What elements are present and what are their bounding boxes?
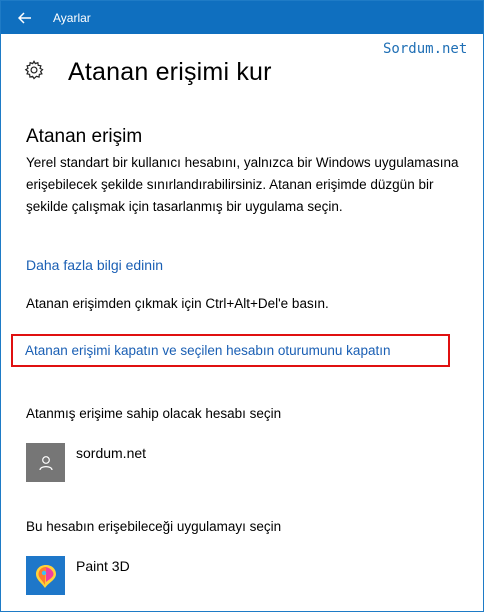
window-title: Ayarlar	[53, 10, 91, 25]
app-select-label: Bu hesabın erişebileceği uygulamayı seçi…	[26, 519, 282, 534]
app-tile	[26, 556, 65, 595]
gear-icon	[24, 60, 44, 80]
back-button[interactable]	[1, 1, 49, 34]
close-assigned-access-link[interactable]: Atanan erişimi kapatın ve seçilen hesabı…	[25, 343, 390, 358]
back-arrow-icon	[18, 11, 31, 24]
account-name: sordum.net	[76, 445, 147, 461]
account-select-button[interactable]: sordum.net	[26, 443, 146, 482]
exit-hint-text: Atanan erişimden çıkmak için Ctrl+Alt+De…	[26, 296, 329, 311]
settings-window: Ayarlar Sordum.net Atanan erişimi kur At…	[0, 0, 484, 612]
user-icon	[38, 455, 53, 470]
app-name: Paint 3D	[76, 558, 130, 574]
section-title: Atanan erişim	[26, 126, 143, 147]
page-header	[23, 59, 45, 81]
account-select-label: Atanmış erişime sahip olacak hesabı seçi…	[26, 406, 282, 421]
page-title: Atanan erişimi kur	[68, 58, 272, 86]
app-select-button[interactable]: Paint 3D	[26, 556, 130, 595]
watermark: Sordum.net	[383, 41, 468, 57]
avatar	[26, 443, 65, 482]
more-info-link[interactable]: Daha fazla bilgi edinin	[26, 257, 163, 273]
section-description: Yerel standart bir kullanıcı hesabını, y…	[26, 155, 459, 214]
paint3d-icon	[35, 564, 56, 588]
title-bar: Ayarlar	[1, 1, 483, 34]
